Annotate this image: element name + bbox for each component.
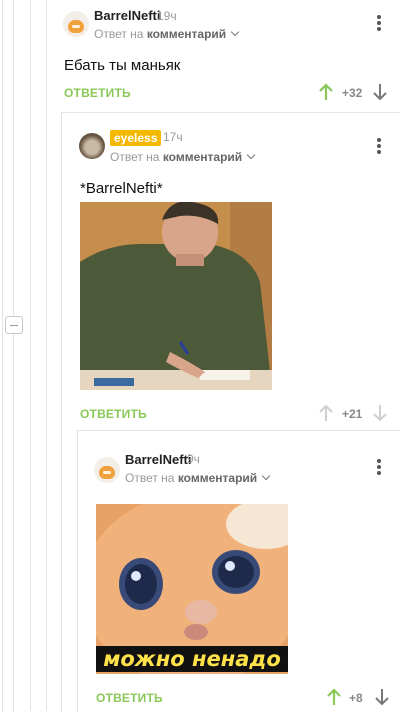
arrow-down-icon[interactable]	[372, 404, 388, 422]
reply-to-prefix: Ответ на	[110, 150, 160, 164]
reply-to-prefix: Ответ на	[125, 471, 175, 485]
thread-line	[61, 112, 62, 711]
reply-to-prefix: Ответ на	[94, 27, 144, 41]
comment-author[interactable]: eyeless	[110, 130, 162, 146]
reply-button[interactable]: ОТВЕТИТЬ	[96, 691, 163, 705]
reply-to-target: комментарий	[146, 27, 227, 41]
divider	[62, 112, 400, 113]
reply-to-target: комментарий	[177, 471, 258, 485]
thread-line	[2, 0, 3, 711]
chevron-down-icon	[261, 471, 271, 481]
comment-footer: ОТВЕТИТЬ +21	[80, 404, 394, 424]
reply-to-target: комментарий	[162, 150, 243, 164]
reply-button[interactable]: ОТВЕТИТЬ	[64, 86, 131, 100]
kebab-menu-icon[interactable]	[377, 138, 381, 154]
arrow-up-icon[interactable]	[318, 404, 334, 422]
comment-footer: ОТВЕТИТЬ +32	[64, 83, 394, 103]
comment-image[interactable]	[80, 202, 272, 390]
comment-author[interactable]: BarrelNefti	[125, 452, 191, 467]
avatar[interactable]	[79, 133, 105, 159]
comment-text: Ебать ты маньяк	[64, 57, 181, 74]
comment-rating: +21	[342, 407, 363, 421]
avatar[interactable]	[94, 457, 120, 483]
thread-line	[30, 0, 31, 711]
comment-author[interactable]: BarrelNefti	[94, 8, 160, 23]
comment-rating: +8	[349, 691, 363, 705]
chevron-down-icon	[230, 27, 240, 37]
avatar[interactable]	[63, 11, 89, 37]
reply-to-info[interactable]: Ответ на комментарий	[110, 150, 256, 164]
comment-image[interactable]: можно ненадо	[96, 504, 288, 674]
arrow-up-icon[interactable]	[318, 83, 334, 101]
chevron-down-icon	[246, 150, 256, 160]
reply-to-info[interactable]: Ответ на комментарий	[94, 27, 240, 41]
reply-button[interactable]: ОТВЕТИТЬ	[80, 407, 147, 421]
thread-line	[46, 0, 47, 711]
man-writing-image	[80, 202, 272, 390]
meme-caption: можно ненадо	[96, 646, 288, 672]
reply-to-info[interactable]: Ответ на комментарий	[125, 471, 271, 485]
kebab-menu-icon[interactable]	[377, 459, 381, 475]
divider	[78, 430, 400, 431]
comment-time: 19ч	[157, 9, 177, 23]
comment-footer: ОТВЕТИТЬ +8	[96, 688, 394, 708]
arrow-down-icon[interactable]	[374, 688, 390, 706]
comment-time: 9ч	[187, 452, 200, 466]
arrow-down-icon[interactable]	[372, 83, 388, 101]
comment-rating: +32	[342, 86, 363, 100]
comment-time: 17ч	[163, 130, 183, 144]
thread-line	[13, 0, 14, 711]
kebab-menu-icon[interactable]	[377, 15, 381, 31]
collapse-thread-icon[interactable]	[5, 316, 23, 334]
comment-text: *BarrelNefti*	[80, 180, 163, 197]
arrow-up-icon[interactable]	[326, 688, 342, 706]
thread-line	[77, 430, 78, 711]
